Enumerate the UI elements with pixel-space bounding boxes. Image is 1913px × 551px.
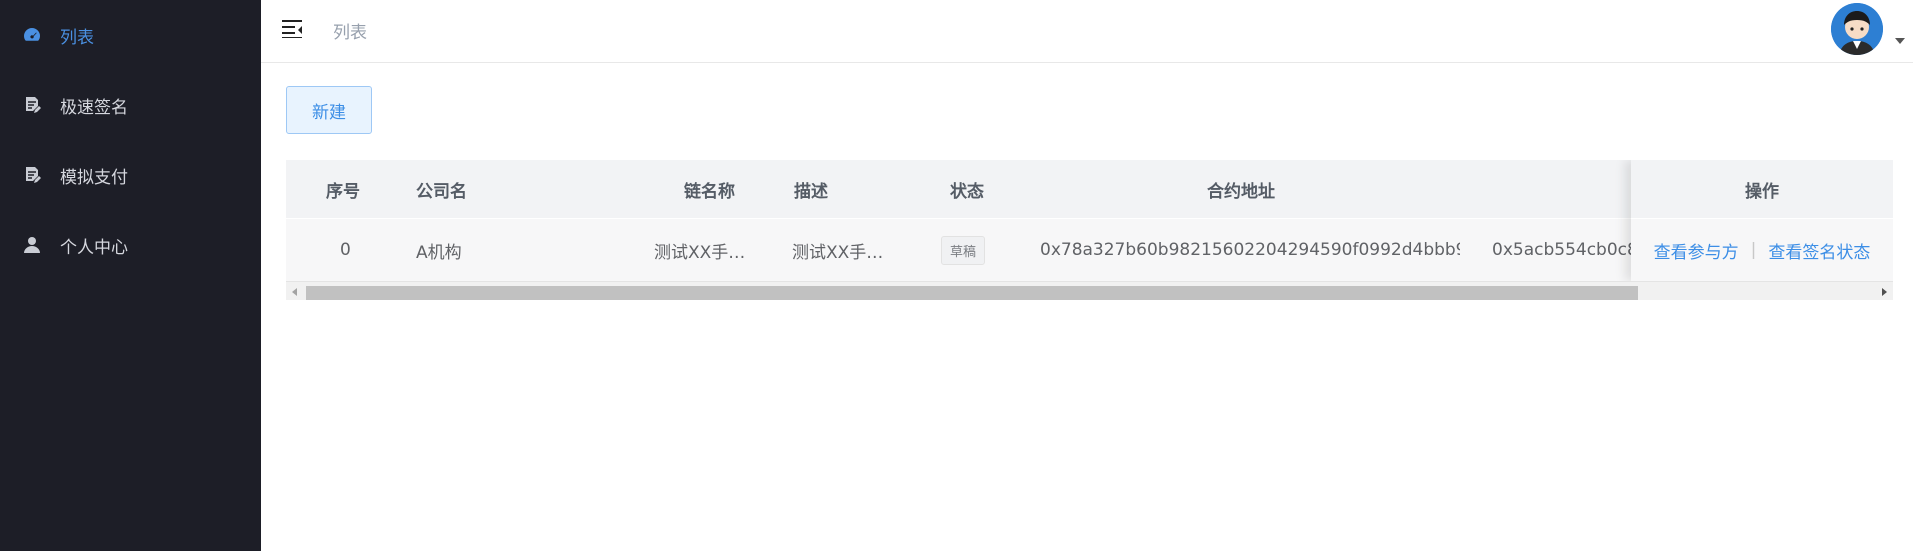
sidebar-item-list[interactable]: 列表 [0,0,261,70]
cell-contract-address: 0x78a327b60b98215602204294590f0992d4bbb9… [1040,240,1460,260]
sidebar-item-mock-pay[interactable]: 模拟支付 [0,140,261,210]
scroll-right-icon[interactable] [1882,288,1887,296]
sidebar-item-label: 极速签名 [60,97,128,118]
cell-description: 测试XX手… [792,242,884,263]
column-header-company: 公司名 [416,181,467,202]
cell-actions: 查看参与方 | 查看签名状态 [1631,219,1893,281]
avatar[interactable] [1831,3,1883,55]
sidebar-item-label: 个人中心 [60,237,128,258]
sidebar-item-fast-sign[interactable]: 极速签名 [0,70,261,140]
column-header-contract-address: 合约地址 [1207,181,1275,202]
top-bar: 列表 [261,0,1913,63]
scrollbar-thumb[interactable] [306,286,1638,300]
column-header-status: 状态 [950,181,984,202]
action-separator: | [1750,240,1757,260]
sidebar-item-label: 列表 [60,27,94,48]
user-icon [22,235,42,255]
view-sign-status-link[interactable]: 查看签名状态 [1768,238,1870,263]
sidebar: 列表 极速签名 模拟支付 个人中心 [0,0,261,551]
column-header-description: 描述 [794,181,828,202]
breadcrumb: 列表 [333,23,367,43]
column-header-index: 序号 [326,181,360,202]
status-badge: 草稿 [941,235,986,265]
caret-down-icon[interactable] [1895,38,1905,44]
document-edit-icon [22,95,42,115]
horizontal-scrollbar[interactable] [286,281,1893,300]
scroll-left-icon[interactable] [292,288,297,296]
new-button[interactable]: 新建 [286,86,372,134]
document-edit-icon [22,165,42,185]
menu-fold-icon[interactable] [281,18,303,39]
cell-chain-name: 测试XX手… [654,242,746,263]
fixed-actions-column: 操作 查看参与方 | 查看签名状态 [1631,160,1893,281]
cell-status: 草稿 [941,219,1011,281]
data-table: 序号 公司名 链名称 描述 状态 合约地址 0 A机构 测试XX手… 测试XX手… [286,160,1893,300]
cell-extra-address: 0x5acb554cb0c8b [1492,240,1632,260]
cell-company: A机构 [416,242,462,263]
sidebar-item-profile[interactable]: 个人中心 [0,210,261,280]
view-parties-link[interactable]: 查看参与方 [1654,238,1739,263]
column-header-chain-name: 链名称 [684,181,735,202]
sidebar-item-label: 模拟支付 [60,167,128,188]
column-header-actions: 操作 [1631,160,1893,218]
dashboard-icon [22,25,42,45]
cell-index: 0 [340,240,351,260]
